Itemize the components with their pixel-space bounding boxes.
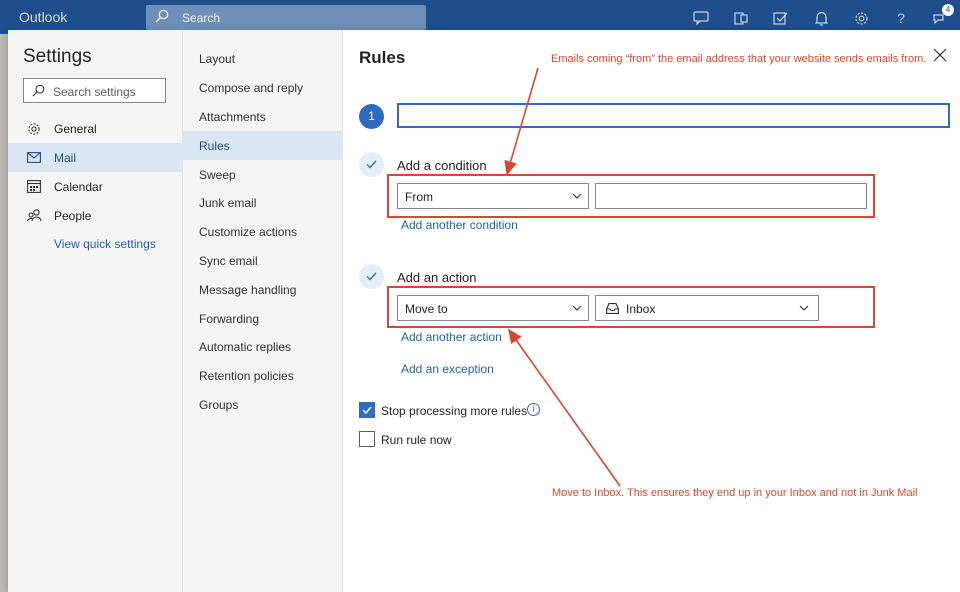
notification-badge: 4 xyxy=(942,4,954,16)
stop-processing-checkbox[interactable] xyxy=(359,402,375,418)
people-icon xyxy=(26,208,42,224)
rule-name-input[interactable] xyxy=(397,103,950,128)
background-strip xyxy=(0,34,8,592)
mail-nav-item[interactable]: Compose and reply xyxy=(183,74,343,103)
settings-nav-calendar[interactable]: Calendar xyxy=(8,172,183,201)
condition-check-icon xyxy=(359,152,384,177)
close-icon[interactable] xyxy=(933,48,947,62)
annotation-top: Emails coming “from” the email address t… xyxy=(551,53,927,65)
top-bar: Outlook Search ? 4 xyxy=(0,0,960,34)
step-number: 1 xyxy=(359,104,384,129)
settings-nav-general[interactable]: General xyxy=(8,114,183,143)
action-check-icon xyxy=(359,264,384,289)
condition-highlight-box xyxy=(387,174,875,218)
global-search-placeholder: Search xyxy=(182,11,221,25)
calendar-icon xyxy=(26,179,42,195)
mail-settings-pane: Layout Compose and reply Attachments Rul… xyxy=(183,30,343,592)
mail-nav-item[interactable]: Sync email xyxy=(183,247,343,276)
global-search-box[interactable]: Search xyxy=(146,5,426,30)
mail-nav-item[interactable]: Groups xyxy=(183,391,343,420)
settings-nav: General Mail Calendar People xyxy=(8,114,183,230)
action-highlight-box xyxy=(387,286,875,328)
settings-nav-label: Calendar xyxy=(54,179,103,194)
settings-nav-label: People xyxy=(54,208,92,223)
settings-title: Settings xyxy=(23,46,92,67)
add-action-label: Add an action xyxy=(397,270,477,285)
help-icon[interactable]: ? xyxy=(890,7,912,29)
gear-icon[interactable] xyxy=(850,7,872,29)
add-exception-link[interactable]: Add an exception xyxy=(401,362,494,376)
run-rule-now-checkbox[interactable] xyxy=(359,431,375,447)
office-icon[interactable] xyxy=(730,7,752,29)
settings-categories-pane: Settings Search settings General Mail Ca… xyxy=(8,30,183,592)
mail-nav-item[interactable]: Layout xyxy=(183,45,343,74)
mail-nav-item[interactable]: Attachments xyxy=(183,103,343,132)
chat-icon[interactable] xyxy=(690,7,712,29)
mail-nav-item[interactable]: Retention policies xyxy=(183,362,343,391)
mail-settings-nav: Layout Compose and reply Attachments Rul… xyxy=(183,45,343,419)
mail-nav-item[interactable]: Junk email xyxy=(183,189,343,218)
settings-search-input[interactable]: Search settings xyxy=(23,78,166,103)
mail-nav-item[interactable]: Customize actions xyxy=(183,218,343,247)
settings-nav-label: General xyxy=(54,121,97,136)
run-rule-now-label: Run rule now xyxy=(381,433,452,447)
settings-nav-people[interactable]: People xyxy=(8,201,183,230)
settings-nav-mail[interactable]: Mail xyxy=(8,143,183,172)
mail-nav-item[interactable]: Forwarding xyxy=(183,304,343,333)
add-another-action-link[interactable]: Add another action xyxy=(401,330,502,344)
app-brand[interactable]: Outlook xyxy=(19,9,67,25)
top-bar-icons: ? 4 xyxy=(690,4,954,30)
annotation-bottom: Move to Inbox. This ensures they end up … xyxy=(552,487,918,499)
settings-search-placeholder: Search settings xyxy=(53,85,136,99)
view-quick-settings-link[interactable]: View quick settings xyxy=(54,237,156,251)
mail-icon xyxy=(26,150,42,166)
add-another-condition-link[interactable]: Add another condition xyxy=(401,218,518,232)
mail-nav-item[interactable]: Automatic replies xyxy=(183,333,343,362)
search-icon xyxy=(155,9,169,23)
gear-icon xyxy=(26,121,42,137)
rules-title: Rules xyxy=(359,48,406,67)
mail-nav-item-rules[interactable]: Rules xyxy=(183,131,343,161)
stop-processing-label: Stop processing more rules xyxy=(381,404,528,418)
mail-nav-item[interactable]: Message handling xyxy=(183,275,343,304)
add-condition-label: Add a condition xyxy=(397,158,487,173)
feedback-icon[interactable]: 4 xyxy=(930,4,954,29)
checkmark-icon xyxy=(362,406,372,414)
settings-nav-label: Mail xyxy=(54,150,77,165)
search-icon xyxy=(32,84,45,97)
mail-nav-item[interactable]: Sweep xyxy=(183,160,343,189)
bell-icon[interactable] xyxy=(810,7,832,29)
todo-icon[interactable] xyxy=(770,7,792,29)
info-icon[interactable]: i xyxy=(527,403,540,416)
